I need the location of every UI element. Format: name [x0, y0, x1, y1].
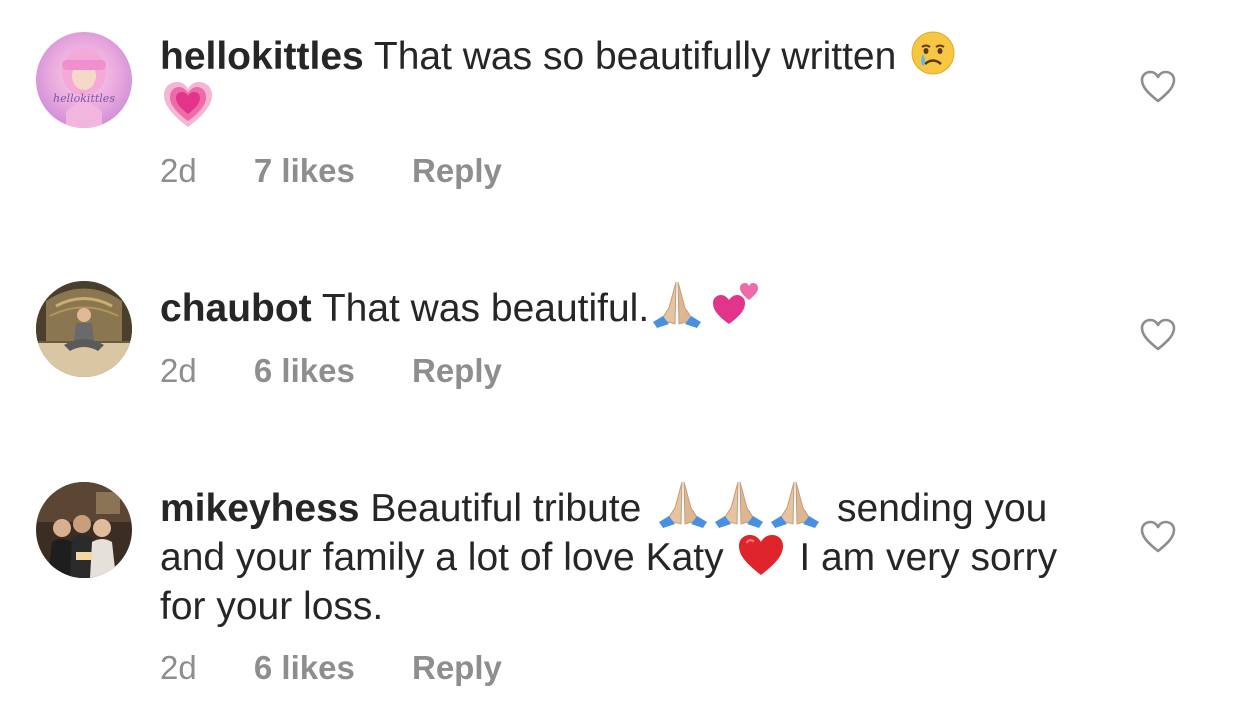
- comment-message: That was so beautifully written: [373, 35, 897, 78]
- comment-username[interactable]: mikeyhess: [160, 487, 359, 530]
- comment-text: mikeyhess Beautiful tribute sending you …: [160, 478, 1060, 631]
- avatar[interactable]: [36, 482, 132, 578]
- folded-hands-icon: [649, 278, 705, 328]
- like-heart-icon[interactable]: [1140, 70, 1176, 104]
- comment-meta: 2d 7 likes Reply: [160, 152, 550, 190]
- folded-hands-icon: [767, 478, 823, 528]
- comment-body: hellokittles That was so beautifully wri…: [160, 30, 1060, 134]
- two-hearts-icon: [711, 280, 761, 328]
- comment-message: That was beautiful.: [321, 287, 650, 330]
- comment-body: mikeyhess Beautiful tribute sending you …: [160, 478, 1060, 631]
- likes-count[interactable]: 7 likes: [254, 152, 355, 190]
- comment-timestamp: 2d: [160, 352, 197, 389]
- folded-hands-icon: [655, 478, 711, 528]
- likes-count[interactable]: 6 likes: [254, 352, 355, 390]
- comment-body: chaubot That was beautiful.: [160, 278, 1060, 333]
- avatar[interactable]: [36, 281, 132, 377]
- like-heart-icon[interactable]: [1140, 520, 1176, 554]
- like-heart-icon[interactable]: [1140, 318, 1176, 352]
- comment-timestamp: 2d: [160, 649, 197, 686]
- comment-username[interactable]: chaubot: [160, 287, 312, 330]
- comment-timestamp: 2d: [160, 152, 197, 189]
- avatar[interactable]: hellokittles: [36, 32, 132, 128]
- reply-button[interactable]: Reply: [412, 649, 502, 687]
- comment-meta: 2d 6 likes Reply: [160, 649, 550, 687]
- reply-button[interactable]: Reply: [412, 152, 502, 190]
- comment-text: chaubot That was beautiful.: [160, 278, 1060, 333]
- growing-heart-icon: [162, 81, 214, 129]
- avatar-signature: hellokittles: [53, 92, 115, 105]
- folded-hands-icon: [711, 478, 767, 528]
- reply-button[interactable]: Reply: [412, 352, 502, 390]
- comment-username[interactable]: hellokittles: [160, 35, 364, 78]
- comment-text: hellokittles That was so beautifully wri…: [160, 30, 1060, 134]
- crying-face-icon: [910, 30, 956, 76]
- red-heart-icon: [737, 533, 785, 577]
- likes-count[interactable]: 6 likes: [254, 649, 355, 687]
- comment-message: Beautiful tribute: [370, 487, 642, 530]
- comment-meta: 2d 6 likes Reply: [160, 352, 550, 390]
